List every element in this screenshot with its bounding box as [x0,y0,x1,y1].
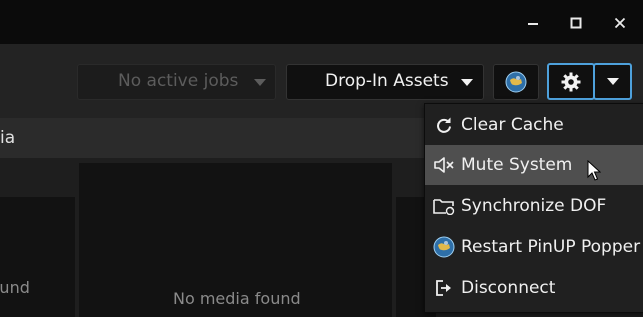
no-media-text: No media found [173,289,301,308]
tab-media[interactable]: ia [0,128,15,148]
drop-in-assets-dropdown[interactable]: Drop-In Assets [286,64,484,100]
menu-item-clear-cache[interactable]: Clear Cache [425,105,643,145]
pinup-popper-button[interactable] [493,64,539,100]
close-icon [614,17,626,29]
menu-item-synchronize-dof[interactable]: Synchronize DOF [425,186,643,226]
menu-item-label: Clear Cache [461,115,564,135]
maximize-button[interactable] [561,10,591,36]
folder-sync-icon [433,195,455,217]
menu-item-label: Restart PinUP Popper [461,237,641,257]
pinup-popper-globe-icon [505,71,527,93]
jobs-dropdown-label: No active jobs [118,71,239,91]
media-card[interactable]: No media found [79,163,392,317]
chevron-down-icon [461,79,473,86]
menu-item-mute-system[interactable]: Mute System [425,145,643,185]
menu-item-label: Synchronize DOF [461,196,607,216]
minimize-icon [528,23,538,25]
gear-icon [561,72,581,91]
chevron-down-icon [606,78,619,85]
mute-speaker-icon [433,154,455,176]
chevron-down-icon [254,79,266,86]
mouse-cursor-icon [587,160,601,181]
settings-menu: Clear Cache Mute System Synchronize DOF [424,103,643,313]
jobs-dropdown: No active jobs [77,64,276,100]
assets-dropdown-label: Drop-In Assets [325,71,449,91]
refresh-icon [433,114,455,136]
pinup-popper-globe-icon [433,236,455,258]
menu-item-disconnect[interactable]: Disconnect [425,268,643,308]
menu-item-label: Disconnect [461,278,556,298]
settings-dropdown-toggle[interactable] [593,63,632,100]
media-card[interactable]: found [0,197,75,317]
maximize-icon [570,17,582,29]
logout-icon [433,277,455,299]
minimize-button[interactable] [518,10,548,36]
close-button[interactable] [605,10,635,36]
settings-button[interactable] [547,63,595,100]
menu-item-label: Mute System [461,155,573,175]
no-media-text: found [0,278,30,297]
menu-item-restart-pinup-popper[interactable]: Restart PinUP Popper [425,227,643,267]
